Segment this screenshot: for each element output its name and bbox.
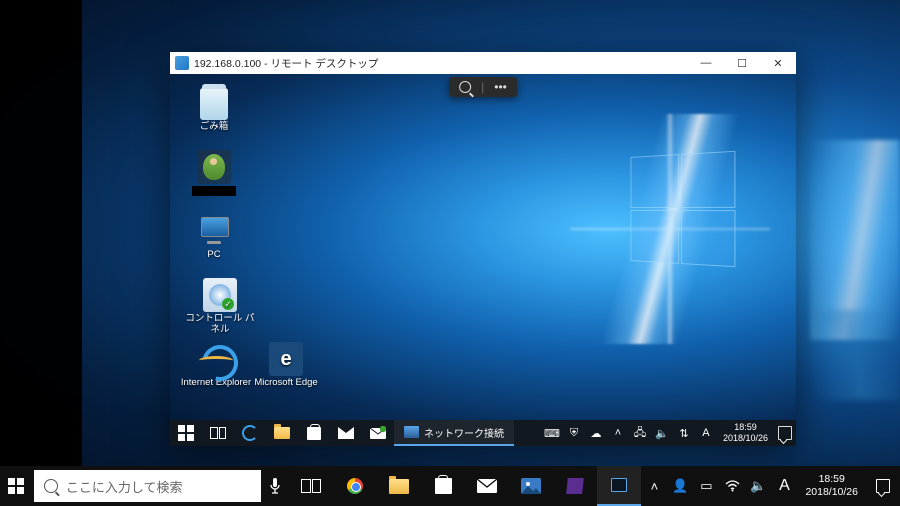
start-button[interactable] xyxy=(0,466,32,506)
icon-label: ごみ箱 xyxy=(184,122,244,133)
internet-explorer-icon[interactable]: Internet Explorer xyxy=(180,342,252,389)
rdp-window-title: 192.168.0.100 - リモート デスクトップ xyxy=(194,56,688,71)
remote-taskview-button[interactable] xyxy=(202,420,234,446)
remote-active-app[interactable]: ネットワーク接続 xyxy=(394,420,514,446)
remote-store-button[interactable] xyxy=(298,420,330,446)
user-folder-icon[interactable] xyxy=(184,150,244,196)
remote-taskbar: ネットワーク接続 ⌨ ⛨ ☁ ˄ 🖧 🔈 ⇅ A 18:59 2018/10/2… xyxy=(170,420,796,446)
tray-people-icon[interactable]: 👤 xyxy=(667,466,693,506)
icon-label: コントロール パネル xyxy=(184,314,256,336)
rdp-connection-bar[interactable]: | ••• xyxy=(449,77,517,97)
remote-tray-onedrive-icon[interactable]: ☁ xyxy=(585,420,607,446)
icon-label: Microsoft Edge xyxy=(252,378,320,389)
host-tray: ˄ 👤 ▭ 🔈 A 18:59 2018/10/26 xyxy=(641,466,900,506)
cortana-mic-icon[interactable] xyxy=(267,466,283,506)
host-desktop[interactable]: 192.168.0.100 - リモート デスクトップ — ☐ ✕ | ••• … xyxy=(0,0,900,506)
store-button[interactable] xyxy=(421,466,465,506)
remote-tray-volume-icon[interactable]: 🔈 xyxy=(651,420,673,446)
remote-tray: ⌨ ⛨ ☁ ˄ 🖧 🔈 ⇅ A 18:59 2018/10/26 xyxy=(541,420,796,446)
remote-desktop-window: 192.168.0.100 - リモート デスクトップ — ☐ ✕ | ••• … xyxy=(170,52,796,446)
remote-file-explorer-button[interactable] xyxy=(266,420,298,446)
remote-mail2-button[interactable] xyxy=(362,420,394,446)
icon-label xyxy=(192,186,236,196)
recycle-bin-icon[interactable]: ごみ箱 xyxy=(184,88,244,133)
tray-battery-icon[interactable]: ▭ xyxy=(693,466,719,506)
tray-volume-icon[interactable]: 🔈 xyxy=(745,466,771,506)
microsoft-edge-icon[interactable]: e Microsoft Edge xyxy=(252,342,320,389)
control-panel-icon[interactable]: コントロール パネル xyxy=(184,278,256,336)
action-center-icon[interactable] xyxy=(866,466,900,506)
tray-wifi-icon[interactable] xyxy=(719,466,745,506)
mail-button[interactable] xyxy=(465,466,509,506)
remote-clock[interactable]: 18:59 2018/10/26 xyxy=(717,422,774,444)
ime-indicator[interactable]: A xyxy=(771,466,797,506)
remote-tray-chevron-up-icon[interactable]: ˄ xyxy=(607,420,629,446)
rdp-titlebar[interactable]: 192.168.0.100 - リモート デスクトップ — ☐ ✕ xyxy=(170,52,796,74)
icon-label: PC xyxy=(184,250,244,261)
maximize-button[interactable]: ☐ xyxy=(724,52,760,74)
remote-date: 2018/10/26 xyxy=(723,433,768,444)
host-taskbar: ここに入力して検索 ˄ 👤 ▭ 🔈 A 18:59 2018/10/26 xyxy=(0,466,900,506)
remote-action-center-icon[interactable] xyxy=(774,420,796,446)
minimize-button[interactable]: — xyxy=(688,52,724,74)
remote-edge-button[interactable] xyxy=(234,420,266,446)
remote-ime-indicator[interactable]: A xyxy=(695,420,717,446)
remote-time: 18:59 xyxy=(723,422,768,433)
chrome-button[interactable] xyxy=(333,466,377,506)
visual-studio-button[interactable] xyxy=(553,466,597,506)
this-pc-icon[interactable]: PC xyxy=(184,214,244,261)
user-icon xyxy=(197,150,231,184)
host-date: 2018/10/26 xyxy=(805,486,858,499)
rdp-app-icon xyxy=(175,56,189,70)
settings-icon xyxy=(203,278,237,312)
remote-mail-button[interactable] xyxy=(330,420,362,446)
edge-icon: e xyxy=(269,342,303,376)
remote-tray-shield-icon[interactable]: ⛨ xyxy=(563,420,585,446)
remote-desktop-content[interactable]: | ••• ごみ箱 PC コントロール パネ xyxy=(170,74,796,446)
computer-icon xyxy=(197,214,231,248)
separator: | xyxy=(481,80,484,94)
search-placeholder: ここに入力して検索 xyxy=(66,477,183,496)
ie-icon xyxy=(199,342,233,376)
search-box[interactable]: ここに入力して検索 xyxy=(34,470,262,502)
close-button[interactable]: ✕ xyxy=(760,52,796,74)
more-icon[interactable]: ••• xyxy=(494,80,507,94)
photos-button[interactable] xyxy=(509,466,553,506)
remote-tray-network-icon[interactable]: 🖧 xyxy=(629,420,651,446)
zoom-icon[interactable] xyxy=(459,81,471,93)
host-taskbar-apps xyxy=(289,466,641,506)
remote-tray-keyboard-icon[interactable]: ⌨ xyxy=(541,420,563,446)
search-icon xyxy=(44,479,58,493)
tray-chevron-up-icon[interactable]: ˄ xyxy=(641,466,667,506)
wallpaper-light-reflection xyxy=(810,310,900,400)
host-clock[interactable]: 18:59 2018/10/26 xyxy=(797,473,866,499)
taskview-button[interactable] xyxy=(289,466,333,506)
remote-tray-wifi-icon[interactable]: ⇅ xyxy=(673,420,695,446)
network-icon xyxy=(404,426,419,438)
trash-icon xyxy=(200,88,228,120)
windows-logo-icon xyxy=(8,478,24,494)
remote-desktop-button[interactable] xyxy=(597,466,641,506)
remote-start-button[interactable] xyxy=(170,420,202,446)
active-app-label: ネットワーク接続 xyxy=(424,425,504,440)
host-time: 18:59 xyxy=(805,473,858,486)
file-explorer-button[interactable] xyxy=(377,466,421,506)
remote-wallpaper-window xyxy=(630,151,735,268)
